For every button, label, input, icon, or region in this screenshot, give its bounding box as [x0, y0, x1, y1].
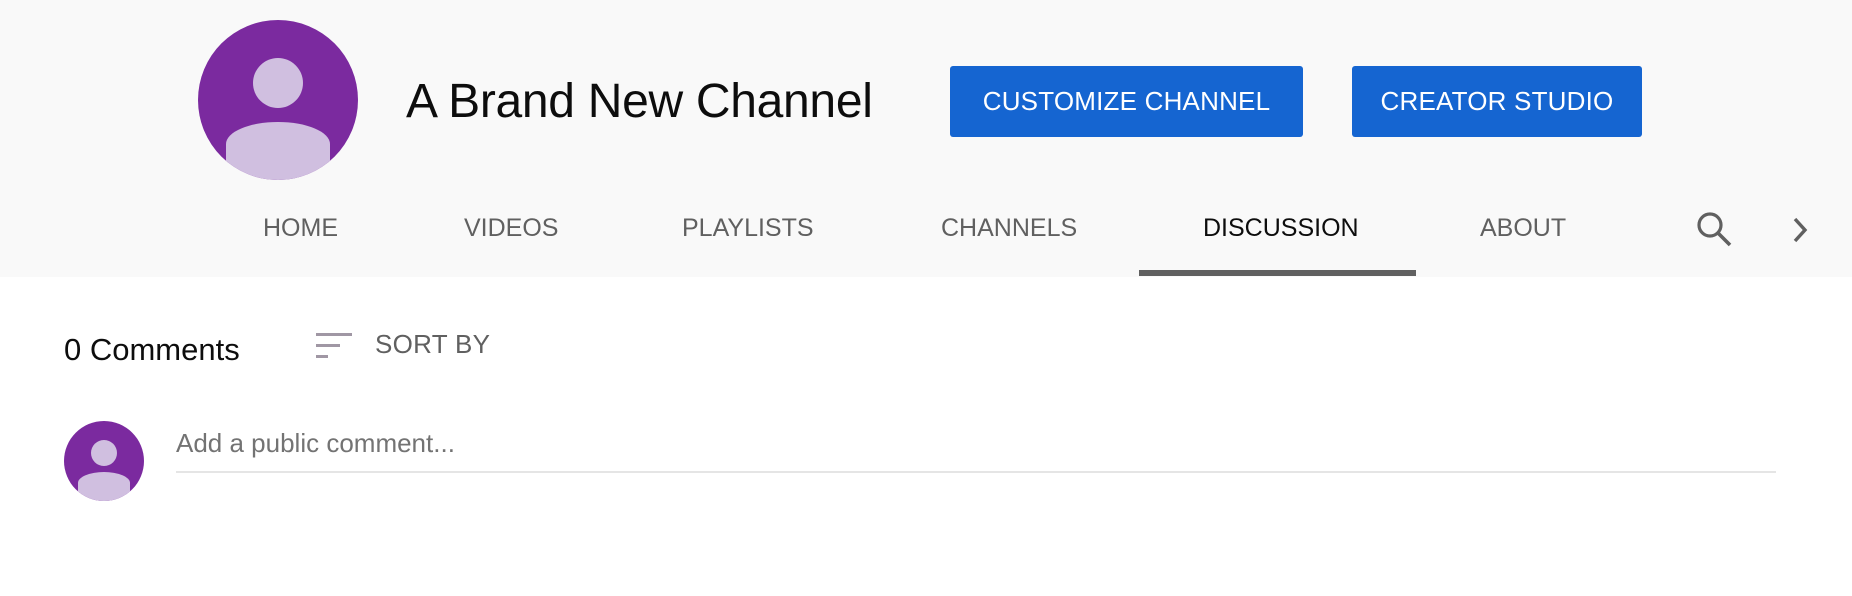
channel-header: A Brand New Channel CUSTOMIZE CHANNEL CR…: [0, 0, 1852, 277]
avatar-body-shape: [226, 122, 330, 180]
tab-videos[interactable]: VIDEOS: [464, 196, 558, 277]
tab-about[interactable]: ABOUT: [1480, 196, 1566, 277]
sort-by-button[interactable]: SORT BY: [314, 326, 490, 362]
add-comment-input[interactable]: [176, 424, 1776, 473]
tab-home[interactable]: HOME: [263, 196, 338, 277]
avatar-head-shape: [253, 58, 303, 108]
channel-tabs: HOME VIDEOS PLAYLISTS CHANNELS DISCUSSIO…: [0, 196, 1852, 277]
sort-by-label: SORT BY: [375, 328, 491, 359]
customize-channel-button[interactable]: CUSTOMIZE CHANNEL: [950, 66, 1303, 137]
tab-playlists[interactable]: PLAYLISTS: [682, 196, 814, 277]
sort-icon: [314, 328, 354, 360]
search-icon[interactable]: [1694, 210, 1736, 250]
tab-discussion[interactable]: DISCUSSION: [1203, 196, 1359, 277]
channel-title: A Brand New Channel: [406, 75, 873, 128]
channel-avatar[interactable]: [198, 20, 358, 180]
comments-count: 0 Comments: [64, 332, 240, 367]
chevron-right-icon[interactable]: [1788, 214, 1812, 246]
avatar-head-shape: [91, 440, 117, 466]
user-avatar: [64, 421, 144, 501]
creator-studio-button[interactable]: CREATOR STUDIO: [1352, 66, 1642, 137]
tab-channels[interactable]: CHANNELS: [941, 196, 1077, 277]
active-tab-indicator: [1139, 270, 1416, 276]
avatar-body-shape: [78, 472, 130, 501]
